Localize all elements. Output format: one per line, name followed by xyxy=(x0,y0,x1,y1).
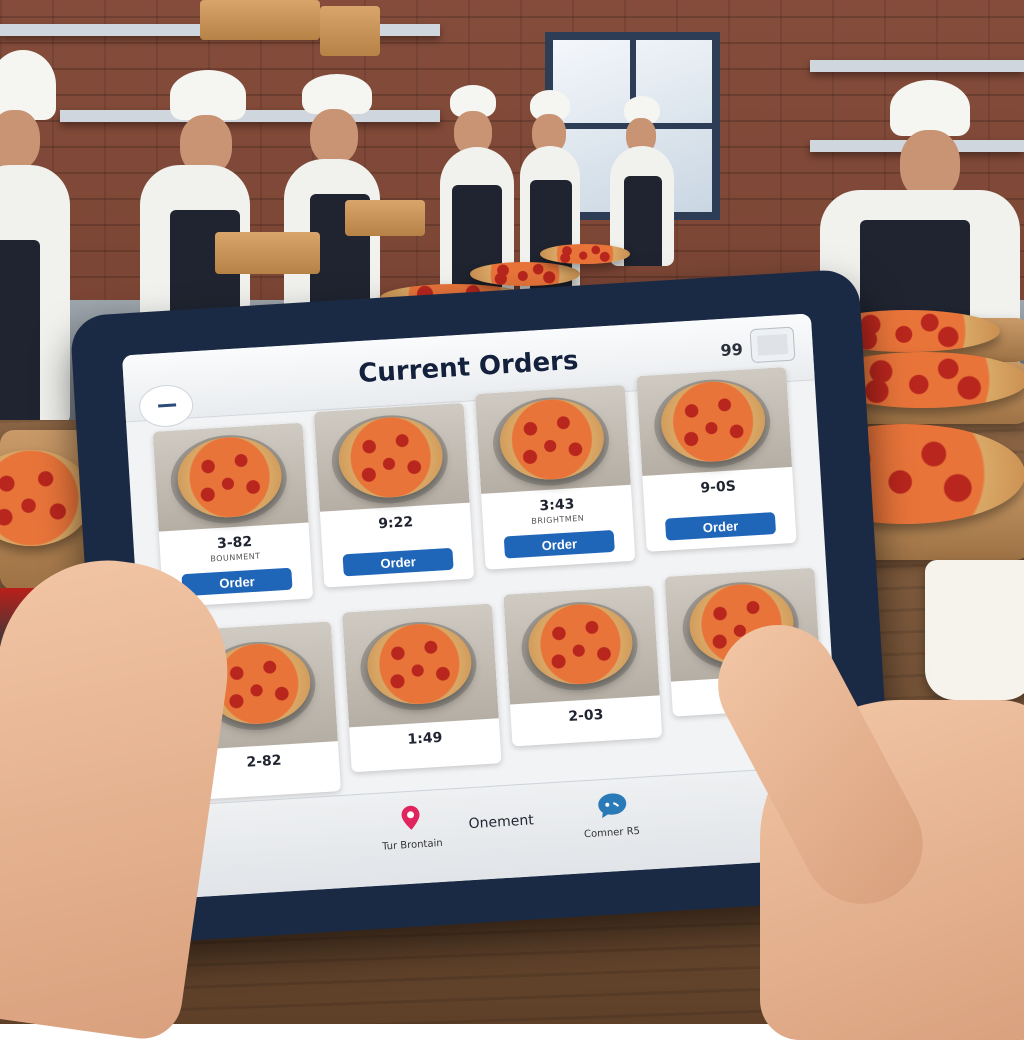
shelf xyxy=(60,110,440,122)
order-button[interactable]: Order xyxy=(503,529,615,559)
location-pin-icon xyxy=(396,803,426,833)
order-card[interactable]: 3:43 BRIGHTMEN Order xyxy=(474,384,636,570)
order-count: 99 xyxy=(719,339,744,361)
pizza-photo xyxy=(636,367,793,477)
pizza-box xyxy=(200,0,320,40)
pizza-box xyxy=(320,6,380,56)
order-card[interactable]: 9-0S Order xyxy=(636,367,797,552)
chat-bubble-icon xyxy=(596,791,627,821)
nav-label: Onement xyxy=(468,812,535,833)
pizza-photo xyxy=(152,422,309,532)
pizza-photo xyxy=(313,402,470,512)
nav-item-center[interactable]: Onement xyxy=(440,795,562,834)
order-card[interactable]: 1:49 xyxy=(342,603,502,773)
nav-label: Comner R5 xyxy=(583,825,641,841)
order-button[interactable]: Order xyxy=(664,512,777,541)
pizza xyxy=(540,244,630,264)
pizza-photo xyxy=(474,384,631,494)
pizza-photo xyxy=(503,585,660,705)
orders-grid: 3-82 BOUNMENT Order 9:22 Order 3:43 BRIG… xyxy=(145,367,823,801)
order-button[interactable]: Order xyxy=(181,567,293,597)
cheese-bowl xyxy=(925,560,1024,700)
pizza-box xyxy=(345,200,425,236)
order-card[interactable]: 2-03 xyxy=(503,585,663,747)
pizza-photo xyxy=(342,603,499,728)
shelf xyxy=(810,60,1024,72)
grid-icon[interactable] xyxy=(749,326,796,364)
nav-label: Tur Brontain xyxy=(381,837,443,853)
order-button[interactable]: Order xyxy=(342,547,454,577)
pizza-box xyxy=(215,232,320,274)
tablet-screen: Current Orders 99 3-82 BOUNMENT Order 9:… xyxy=(121,313,844,900)
nav-item-chat[interactable]: Comner R5 xyxy=(550,788,673,842)
pizza xyxy=(470,262,580,286)
order-card[interactable]: 9:22 Order xyxy=(313,402,475,588)
